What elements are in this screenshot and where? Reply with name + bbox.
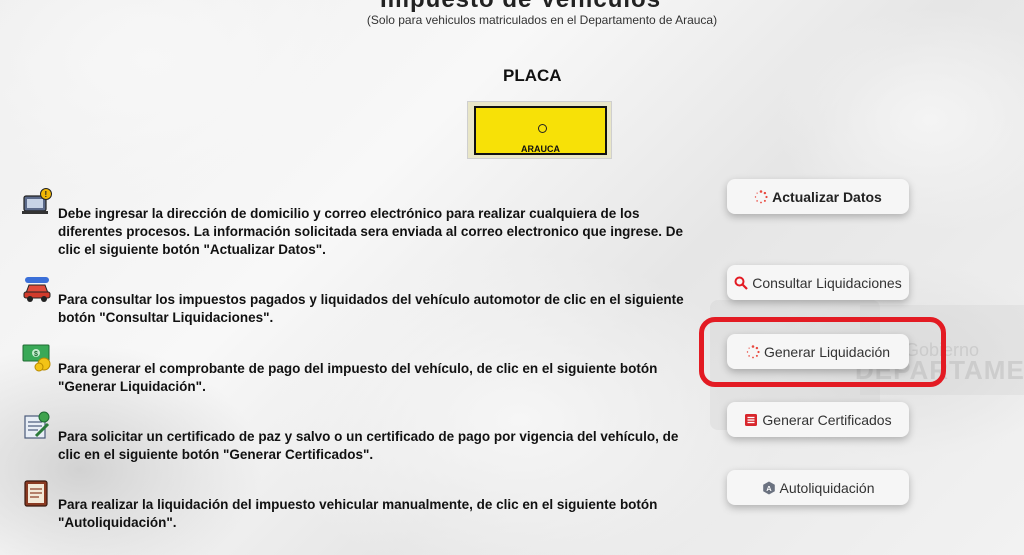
- consult-liquidations-label: Consultar Liquidaciones: [752, 274, 902, 291]
- spinner-icon: [754, 189, 768, 203]
- svg-text:$: $: [34, 351, 38, 358]
- update-data-button[interactable]: Actualizar Datos: [727, 179, 909, 214]
- certificate-icon: [24, 411, 50, 439]
- plate-section-label: PLACA: [503, 66, 562, 85]
- instruction-text-self: Para realizar la liquidación del impuest…: [58, 497, 658, 530]
- svg-text:!: !: [45, 190, 48, 199]
- self-liquidation-label: Autoliquidación: [779, 479, 875, 496]
- car-icon: [23, 277, 51, 302]
- ledger-icon: [24, 480, 48, 507]
- search-icon: [734, 276, 749, 290]
- plate-emblem-icon: [538, 124, 547, 133]
- laptop-warning-icon: !: [22, 188, 52, 214]
- highlight-annotation: [699, 317, 946, 387]
- generate-certificates-button[interactable]: Generar Certificados: [727, 402, 909, 437]
- document-list-icon: [745, 413, 758, 426]
- page-subtitle: (Solo para vehiculos matriculados en el …: [366, 13, 718, 27]
- update-data-label: Actualizar Datos: [772, 188, 882, 205]
- page-title: Impuesto de Vehículos: [380, 0, 661, 14]
- self-liquidation-button[interactable]: A Autoliquidación: [727, 470, 909, 505]
- plate-city: ARAUCA: [521, 144, 560, 154]
- license-plate: ARAUCA: [474, 106, 607, 155]
- svg-text:A: A: [766, 484, 772, 493]
- hexagon-a-icon: A: [762, 481, 775, 494]
- generate-certificates-label: Generar Certificados: [762, 411, 892, 428]
- instruction-text-generate: Para generar el comprobante de pago del …: [58, 361, 658, 394]
- money-icon: $: [22, 344, 51, 372]
- consult-liquidations-button[interactable]: Consultar Liquidaciones: [727, 265, 909, 300]
- instruction-text-consult: Para consultar los impuestos pagados y l…: [58, 292, 684, 325]
- instruction-text-certificates: Para solicitar un certificado de paz y s…: [58, 429, 679, 462]
- instruction-text-update: Debe ingresar la dirección de domicilio …: [58, 206, 683, 257]
